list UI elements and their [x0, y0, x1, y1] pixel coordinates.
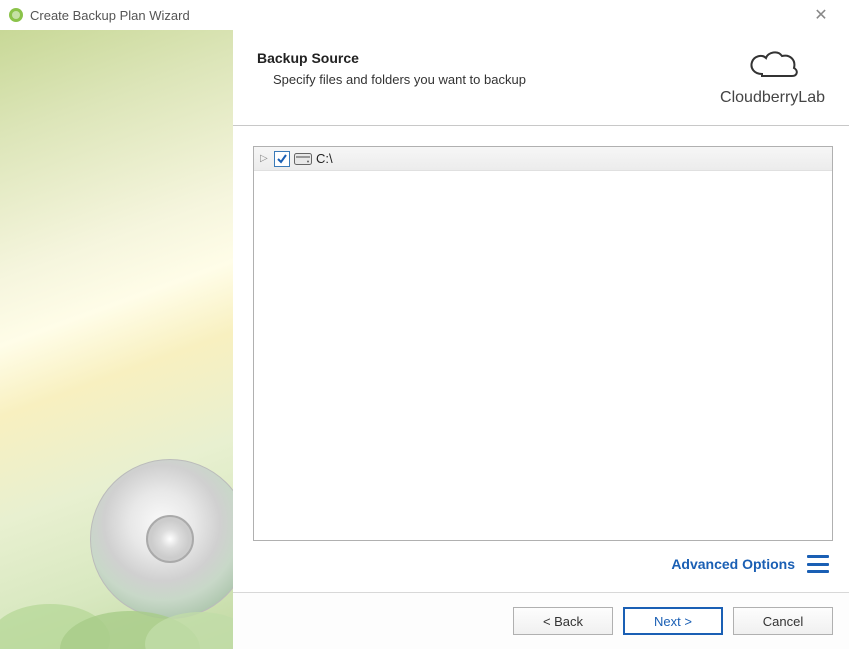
cloud-logo-icon [744, 46, 802, 84]
wizard-sidebar [0, 30, 233, 649]
titlebar: Create Backup Plan Wizard ✕ [0, 0, 849, 30]
next-button[interactable]: Next > [623, 607, 723, 635]
expand-icon[interactable]: ▷ [260, 153, 270, 164]
source-tree[interactable]: ▷ C:\ [253, 146, 833, 541]
page-title: Backup Source [257, 50, 720, 66]
window-title: Create Backup Plan Wizard [30, 8, 801, 23]
advanced-options-link[interactable]: Advanced Options [671, 556, 795, 572]
checkbox[interactable] [274, 151, 290, 167]
app-icon [8, 7, 24, 23]
cloud-graphic [0, 529, 233, 649]
close-icon[interactable]: ✕ [801, 5, 841, 25]
wizard-header: Backup Source Specify files and folders … [233, 30, 849, 126]
brand-label: CloudberryLab [720, 89, 825, 107]
drive-icon [294, 153, 312, 165]
brand: CloudberryLab [720, 46, 825, 107]
cancel-button[interactable]: Cancel [733, 607, 833, 635]
menu-icon[interactable] [807, 555, 829, 573]
tree-row[interactable]: ▷ C:\ [254, 147, 832, 171]
page-subtitle: Specify files and folders you want to ba… [273, 72, 720, 87]
wizard-footer: < Back Next > Cancel [233, 592, 849, 649]
back-button[interactable]: < Back [513, 607, 613, 635]
tree-item-label: C:\ [316, 151, 333, 166]
